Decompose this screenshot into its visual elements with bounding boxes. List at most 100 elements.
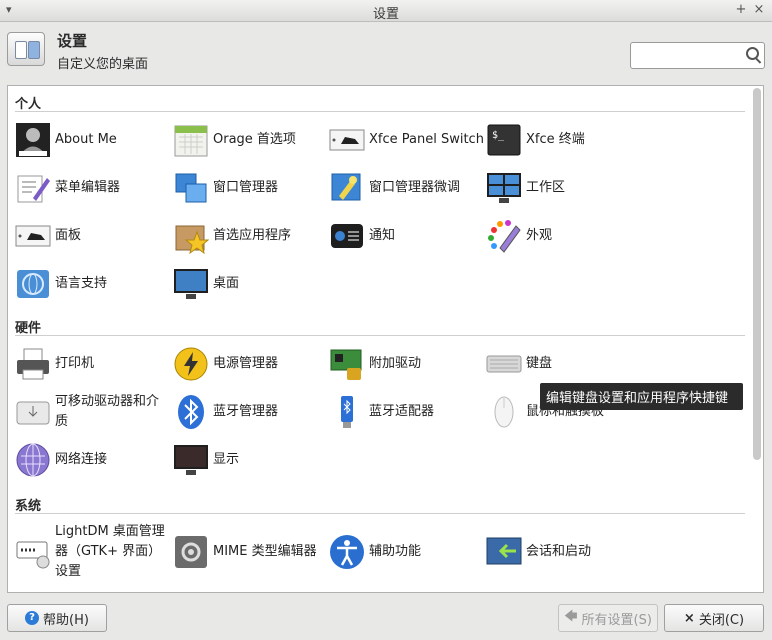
settings-panel: 个人 About Me Orage 首选项 Xfce Panel Switch … bbox=[7, 85, 764, 593]
title-bar: ▾ 设置 + × bbox=[0, 0, 772, 22]
item-label: 菜单编辑器 bbox=[55, 180, 121, 195]
section-divider bbox=[15, 513, 745, 514]
item-bluetooth-adapter[interactable]: 蓝牙适配器 bbox=[329, 390, 484, 434]
page-subtitle: 自定义您的桌面 bbox=[57, 57, 149, 72]
about-me-icon bbox=[16, 123, 50, 157]
item-window-manager[interactable]: 窗口管理器 bbox=[173, 166, 328, 210]
item-drivers[interactable]: 附加驱动 bbox=[329, 342, 484, 386]
item-display[interactable]: 显示 bbox=[173, 438, 328, 482]
terminal-icon: $_ bbox=[487, 124, 521, 156]
item-label: Xfce 终端 bbox=[526, 132, 585, 147]
settings-app-icon bbox=[7, 32, 45, 66]
item-panel-switch[interactable]: Xfce Panel Switch bbox=[329, 118, 484, 162]
close-label: 关闭(C) bbox=[698, 612, 745, 628]
item-label: 附加驱动 bbox=[369, 356, 422, 371]
item-label: 窗口管理器微调 bbox=[369, 180, 461, 195]
item-label: 可移动驱动器和介质 bbox=[55, 394, 160, 429]
bluetooth-icon bbox=[178, 395, 204, 429]
item-label: Xfce Panel Switch bbox=[369, 132, 484, 147]
close-button[interactable]: × 关闭(C) bbox=[664, 604, 764, 632]
item-printer[interactable]: 打印机 bbox=[15, 342, 170, 386]
scrollbar[interactable] bbox=[753, 88, 761, 460]
drivers-icon bbox=[330, 349, 362, 380]
search-input[interactable] bbox=[630, 42, 765, 69]
item-label: 桌面 bbox=[213, 276, 240, 291]
item-orage[interactable]: Orage 首选项 bbox=[173, 118, 328, 162]
item-label: 通知 bbox=[369, 228, 396, 243]
item-label: 窗口管理器 bbox=[213, 180, 279, 195]
calendar-icon bbox=[174, 125, 208, 157]
power-icon bbox=[174, 347, 208, 381]
item-desktop[interactable]: 桌面 bbox=[173, 262, 328, 306]
panel-switch-icon bbox=[329, 129, 365, 151]
preferred-apps-icon bbox=[175, 225, 209, 254]
item-mime[interactable]: MIME 类型编辑器 bbox=[173, 530, 328, 574]
session-icon bbox=[486, 537, 522, 565]
item-accessibility[interactable]: 辅助功能 bbox=[329, 530, 484, 574]
section-title-system: 系统 bbox=[15, 499, 42, 514]
item-appearance[interactable]: 外观 bbox=[486, 214, 641, 258]
notifications-icon bbox=[331, 224, 363, 248]
item-menu-editor[interactable]: 菜单编辑器 bbox=[15, 166, 170, 210]
item-label: 外观 bbox=[526, 228, 553, 243]
item-label: 蓝牙管理器 bbox=[213, 404, 279, 419]
panel-icon bbox=[15, 225, 51, 247]
item-workspaces[interactable]: 工作区 bbox=[486, 166, 641, 210]
page-title: 设置 bbox=[57, 32, 88, 50]
appearance-icon bbox=[488, 220, 521, 253]
all-settings-button[interactable]: 🡄 所有设置(S) bbox=[558, 604, 658, 632]
close-window-icon[interactable]: × bbox=[752, 2, 766, 17]
help-icon: ? bbox=[25, 611, 40, 625]
item-notifications[interactable]: 通知 bbox=[329, 214, 484, 258]
desktop-icon bbox=[174, 269, 208, 299]
item-bluetooth[interactable]: 蓝牙管理器 bbox=[173, 390, 328, 434]
item-preferred-apps[interactable]: 首选应用程序 bbox=[173, 214, 328, 258]
accessibility-icon bbox=[330, 535, 364, 569]
mime-icon bbox=[175, 536, 207, 568]
item-window-tweaks[interactable]: 窗口管理器微调 bbox=[329, 166, 484, 210]
item-about-me[interactable]: About Me bbox=[15, 118, 170, 162]
bluetooth-adapter-icon bbox=[341, 396, 353, 428]
item-label: 打印机 bbox=[55, 356, 95, 371]
item-terminal[interactable]: $_ Xfce 终端 bbox=[486, 118, 641, 162]
item-panel[interactable]: 面板 bbox=[15, 214, 170, 258]
item-keyboard[interactable]: 键盘 bbox=[486, 342, 641, 386]
window-tweaks-icon bbox=[331, 173, 361, 201]
close-icon: × bbox=[683, 610, 695, 626]
item-lightdm[interactable]: LightDM 桌面管理器（GTK+ 界面）设置 bbox=[15, 520, 170, 584]
item-session[interactable]: 会话和启动 bbox=[486, 530, 641, 574]
item-network[interactable]: 网络连接 bbox=[15, 438, 170, 482]
workspaces-icon bbox=[487, 173, 521, 203]
item-label: 会话和启动 bbox=[526, 544, 592, 559]
help-button[interactable]: ? 帮助(H) bbox=[7, 604, 107, 632]
window-manager-icon bbox=[175, 173, 207, 203]
window-title: 设置 bbox=[372, 7, 399, 22]
section-title-personal: 个人 bbox=[15, 97, 42, 112]
header: 设置 自定义您的桌面 bbox=[0, 22, 772, 78]
removable-drive-icon bbox=[16, 401, 50, 425]
item-removable[interactable]: 可移动驱动器和介质 bbox=[15, 390, 170, 434]
item-label: About Me bbox=[55, 132, 117, 147]
language-icon bbox=[17, 270, 49, 298]
keyboard-icon bbox=[486, 355, 522, 373]
item-power[interactable]: 电源管理器 bbox=[173, 342, 328, 386]
mouse-icon bbox=[494, 396, 514, 428]
maximize-icon[interactable]: + bbox=[734, 2, 748, 17]
lightdm-icon bbox=[16, 541, 50, 569]
network-icon bbox=[16, 443, 50, 477]
section-divider bbox=[15, 111, 745, 112]
tooltip: 编辑键盘设置和应用程序快捷键 bbox=[540, 383, 743, 410]
item-language[interactable]: 语言支持 bbox=[15, 262, 170, 306]
item-label: 语言支持 bbox=[55, 276, 108, 291]
back-arrow-icon: 🡄 bbox=[564, 609, 578, 624]
item-label: 键盘 bbox=[526, 356, 553, 371]
item-label: 首选应用程序 bbox=[213, 228, 292, 243]
item-label: 面板 bbox=[55, 228, 82, 243]
svg-text:$_: $_ bbox=[492, 130, 505, 141]
section-title-hardware: 硬件 bbox=[15, 321, 42, 336]
item-label: 蓝牙适配器 bbox=[369, 404, 435, 419]
menu-editor-icon bbox=[17, 175, 50, 203]
item-label: 工作区 bbox=[526, 180, 566, 195]
item-label: 网络连接 bbox=[55, 452, 108, 467]
printer-icon bbox=[17, 348, 49, 380]
